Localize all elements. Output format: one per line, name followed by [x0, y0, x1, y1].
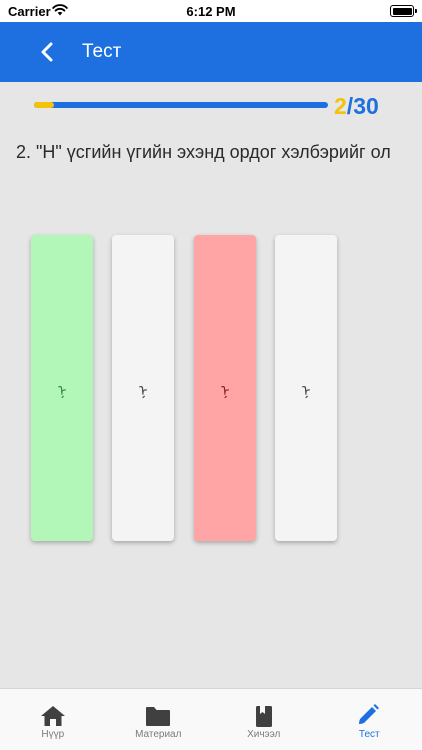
tab-home[interactable]: Нүүр	[0, 689, 106, 750]
progress-total: 30	[353, 93, 379, 119]
tab-home-label: Нүүр	[41, 729, 65, 740]
book-icon	[255, 706, 272, 727]
tab-material-label: Материал	[135, 729, 182, 740]
folder-icon	[146, 707, 171, 726]
question-text: 2. "Н" үсгийн үгийн эхэнд ордог хэлбэрий…	[16, 142, 391, 162]
answer-glyph: ᠨ	[57, 382, 67, 400]
home-icon	[40, 706, 65, 726]
progress-counter: 2/30	[334, 93, 379, 120]
tab-test[interactable]: Тест	[317, 689, 422, 750]
tab-material[interactable]: Материал	[106, 689, 212, 750]
clock: 6:12 PM	[186, 4, 236, 19]
tab-bar: Нүүр Материал Хичээл Тест	[0, 688, 422, 750]
tab-test-label: Тест	[358, 729, 380, 740]
app-bar: Тест	[0, 22, 422, 82]
answer-glyph: ᠨ	[220, 382, 230, 400]
answer-glyph: ᠨ	[301, 382, 311, 400]
progress-bar	[34, 102, 328, 108]
answer-glyph: ᠨ	[138, 382, 148, 400]
progress-current: 2	[334, 93, 347, 119]
tab-lesson-label: Хичээл	[247, 729, 281, 740]
pencil-icon	[359, 704, 380, 724]
answer-option-2[interactable]: ᠨ	[112, 235, 174, 541]
answer-option-4[interactable]: ᠨ	[275, 235, 337, 541]
progress-fill	[34, 102, 54, 108]
answer-option-1[interactable]: ᠨ	[31, 235, 93, 541]
tab-lesson[interactable]: Хичээл	[211, 689, 317, 750]
back-button[interactable]	[34, 38, 62, 66]
status-bar: Carrier 6:12 PM	[0, 0, 422, 22]
answer-option-3[interactable]: ᠨ	[194, 235, 256, 541]
chevron-left-icon	[41, 42, 53, 62]
page-title: Тест	[82, 41, 122, 62]
battery-icon	[390, 5, 417, 17]
